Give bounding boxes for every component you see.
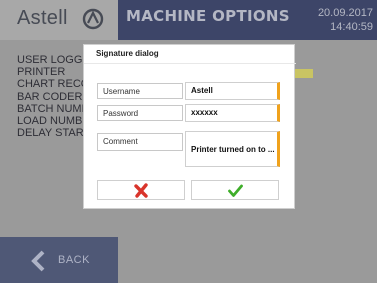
dialog-title: Signature dialog — [96, 49, 159, 58]
back-button[interactable]: BACK — [0, 237, 118, 283]
comment-label: Comment — [97, 133, 183, 151]
username-label: Username — [97, 83, 183, 99]
password-label: Password — [97, 105, 183, 121]
confirm-button[interactable] — [191, 180, 279, 200]
close-icon — [134, 183, 148, 198]
logo: Astell — [0, 0, 118, 40]
logo-text: Astell — [17, 7, 68, 29]
password-field[interactable]: xxxxxx — [185, 104, 280, 122]
time-display: 14:40:59 — [330, 21, 373, 33]
check-icon — [228, 184, 243, 197]
page-title: MACHINE OPTIONS — [126, 7, 290, 25]
dialog-divider — [84, 63, 296, 64]
astell-logo-icon — [82, 8, 104, 30]
comment-field[interactable]: Printer turned on to ... — [185, 131, 280, 167]
chevron-left-icon — [31, 250, 45, 272]
header: Astell MACHINE OPTIONS 20.09.2017 14:40:… — [0, 0, 377, 40]
username-field[interactable]: Astell — [185, 82, 280, 100]
cancel-button[interactable] — [97, 180, 185, 200]
printer-toggle-indicator[interactable] — [293, 69, 313, 78]
date-display: 20.09.2017 — [317, 7, 373, 19]
title-bar: MACHINE OPTIONS 20.09.2017 14:40:59 — [118, 0, 377, 40]
signature-dialog: Signature dialog Username Astell Passwor… — [83, 44, 296, 209]
back-label: BACK — [58, 254, 90, 266]
